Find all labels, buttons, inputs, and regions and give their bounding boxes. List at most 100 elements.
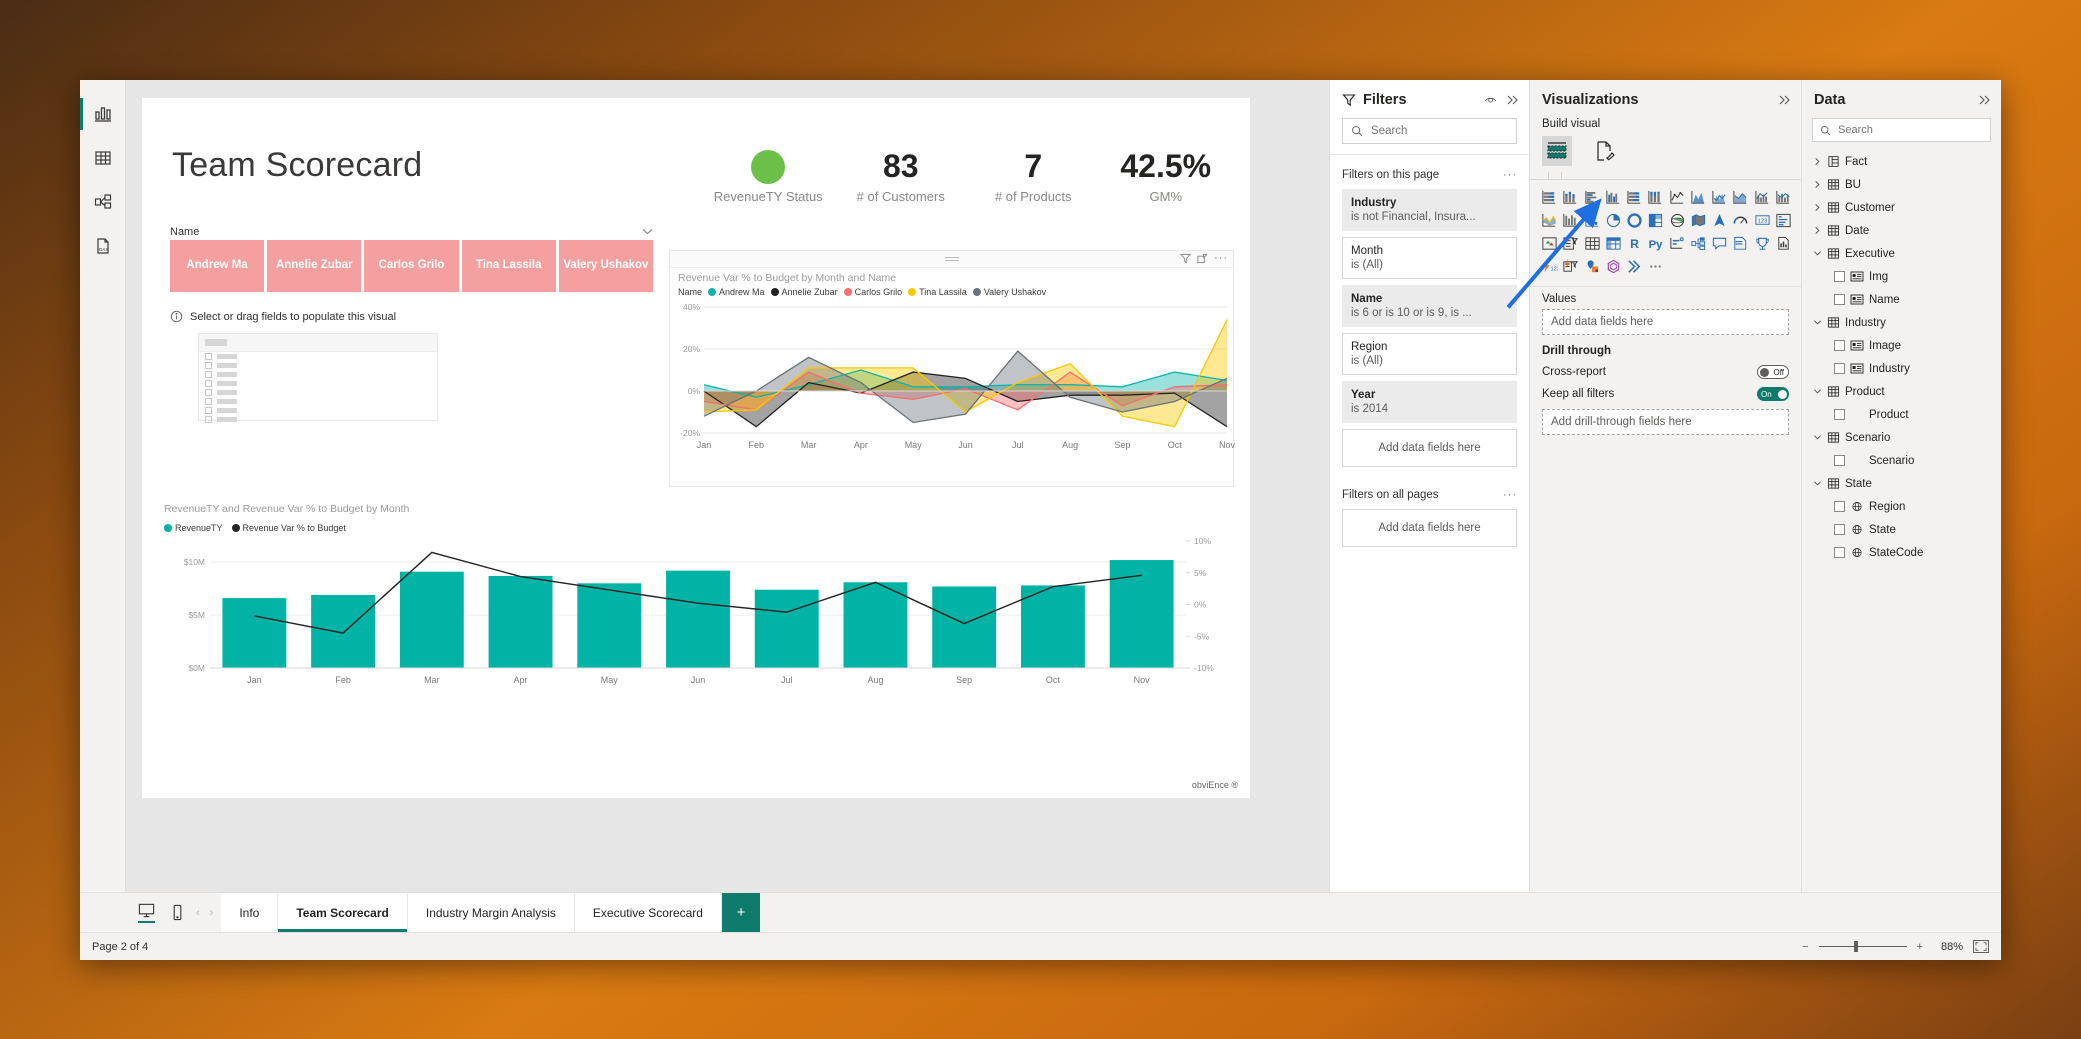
data-table-scenario[interactable]: Scenario	[1808, 426, 1995, 449]
field-checkbox[interactable]	[1834, 363, 1845, 374]
combo-chart-visual[interactable]: RevenueTY and Revenue Var % to Budget by…	[164, 503, 1234, 703]
cross-report-toggle[interactable]: Off	[1757, 365, 1789, 379]
chevron-down-icon[interactable]	[1812, 387, 1822, 396]
viz-type-paginated-report[interactable]	[1774, 234, 1793, 253]
legend-item[interactable]: Andrew Ma	[708, 287, 765, 297]
data-table-state[interactable]: State	[1808, 472, 1995, 495]
field-checkbox[interactable]	[1834, 547, 1845, 558]
field-checkbox[interactable]	[1834, 524, 1845, 535]
kpi-card-products[interactable]: 7 # of Products	[967, 150, 1100, 204]
chevron-right-icon[interactable]	[1812, 203, 1822, 212]
viz-type-hundred-stacked-column-chart[interactable]	[1646, 188, 1665, 207]
zoom-slider-thumb[interactable]	[1854, 941, 1858, 952]
slicer-tile[interactable]: Valery Ushakov	[559, 240, 653, 292]
field-checkbox[interactable]	[1834, 294, 1845, 305]
viz-type-azure-map[interactable]	[1710, 211, 1729, 230]
viz-type-power-automate[interactable]	[1561, 257, 1580, 276]
viz-type-stacked-column-chart[interactable]	[1561, 188, 1580, 207]
data-table-executive[interactable]: Executive	[1808, 242, 1995, 265]
data-field-statecode[interactable]: StateCode	[1808, 541, 1995, 564]
add-page-button[interactable]: +	[722, 893, 760, 932]
viz-type-python-visual[interactable]: Py	[1646, 234, 1665, 253]
zoom-out-button[interactable]: −	[1802, 941, 1808, 953]
data-table-industry[interactable]: Industry	[1808, 311, 1995, 334]
chevron-down-icon[interactable]	[1812, 433, 1822, 442]
viz-type-scatter-chart[interactable]	[1583, 211, 1602, 230]
fit-to-page-icon[interactable]	[1973, 940, 1989, 953]
kpi-card-customers[interactable]: 83 # of Customers	[835, 150, 968, 204]
viz-type-matrix[interactable]	[1604, 234, 1623, 253]
data-table-date[interactable]: Date	[1808, 219, 1995, 242]
field-checkbox[interactable]	[1834, 271, 1845, 282]
viz-type-area-chart[interactable]	[1689, 188, 1708, 207]
keep-all-filters-toggle[interactable]: On	[1757, 387, 1789, 401]
desktop-layout-button[interactable]	[138, 902, 155, 923]
viz-type-slicer[interactable]	[1561, 234, 1580, 253]
rail-item-dax-query-view[interactable]: DAX	[80, 224, 125, 268]
page-tab-team-scorecard[interactable]: Team Scorecard	[278, 893, 408, 932]
viz-type-stacked-area-chart[interactable]	[1710, 188, 1729, 207]
data-table-product[interactable]: Product	[1808, 380, 1995, 403]
filter-card-year[interactable]: Year is 2014	[1342, 381, 1517, 423]
filter-card-month[interactable]: Month is (All)	[1342, 237, 1517, 279]
viz-type-hundred-stacked-bar-chart[interactable]	[1625, 188, 1644, 207]
legend-item[interactable]: Carlos Grilo	[844, 287, 903, 297]
data-field-region[interactable]: Region	[1808, 495, 1995, 518]
viz-type-key-influencers[interactable]	[1668, 234, 1687, 253]
viz-type-card[interactable]: 123	[1753, 211, 1772, 230]
slicer-tile[interactable]: Annelie Zubar	[267, 240, 361, 292]
data-table-fact[interactable]: Fact	[1808, 150, 1995, 173]
chevron-right-icon[interactable]	[1812, 180, 1822, 189]
filter-card-region[interactable]: Region is (All)	[1342, 333, 1517, 375]
viz-type-pie-chart[interactable]	[1604, 211, 1623, 230]
viz-type-metrics[interactable]	[1753, 234, 1772, 253]
rail-item-model-view[interactable]	[80, 180, 125, 224]
viz-type-waterfall-chart[interactable]	[1540, 211, 1559, 230]
viz-type-treemap[interactable]	[1646, 211, 1665, 230]
build-visual-tab[interactable]	[1542, 136, 1572, 166]
more-options-icon[interactable]: ···	[1503, 169, 1517, 181]
viz-type-more-visuals[interactable]	[1646, 257, 1665, 276]
viz-type-qna-visual[interactable]	[1710, 234, 1729, 253]
legend-item[interactable]: Tina Lassila	[908, 287, 967, 297]
slicer-tile[interactable]: Andrew Ma	[170, 240, 264, 292]
page-tab-industry-margin-analysis[interactable]: Industry Margin Analysis	[408, 893, 575, 932]
viz-type-gauge-chart[interactable]	[1731, 211, 1750, 230]
name-slicer[interactable]: Name Andrew Ma Annelie Zubar Carlos Gril…	[170, 226, 653, 292]
viz-type-line-stacked-column-chart[interactable]	[1731, 188, 1750, 207]
chevrons-right-icon[interactable]	[1777, 93, 1791, 107]
viz-type-clustered-bar-chart[interactable]	[1583, 188, 1602, 207]
data-search-input[interactable]	[1838, 124, 1983, 136]
viz-type-arcgis-map[interactable]	[1583, 257, 1602, 276]
data-field-image[interactable]: Image	[1808, 334, 1995, 357]
kpi-card-gm-percent[interactable]: 42.5% GM%	[1100, 150, 1233, 204]
viz-type-ribbon-chart[interactable]	[1774, 188, 1793, 207]
filter-card-industry[interactable]: Industry is not Financial, Insura...	[1342, 189, 1517, 231]
report-page[interactable]: Team Scorecard Name Andrew Ma Annelie Zu…	[142, 98, 1250, 798]
data-field-state[interactable]: State	[1808, 518, 1995, 541]
field-checkbox[interactable]	[1834, 455, 1845, 466]
data-field-name[interactable]: Name	[1808, 288, 1995, 311]
rail-item-report-view[interactable]	[80, 92, 125, 136]
viz-type-funnel-chart[interactable]	[1561, 211, 1580, 230]
values-drop-zone[interactable]: Add data fields here	[1542, 309, 1789, 335]
filters-search-box[interactable]	[1342, 118, 1517, 144]
filter-card-name[interactable]: Name is 6 or is 10 or is 9, is ...	[1342, 285, 1517, 327]
rail-item-table-view[interactable]	[80, 136, 125, 180]
focus-mode-icon[interactable]	[1197, 253, 1208, 264]
legend-item[interactable]: Revenue Var % to Budget	[232, 523, 346, 533]
legend-item[interactable]: Annelie Zubar	[771, 287, 838, 297]
area-chart-visual[interactable]: ··· Revenue Var % to Budget by Month and…	[669, 250, 1234, 487]
viz-type-smart-narrative[interactable]	[1731, 234, 1750, 253]
viz-type-table[interactable]	[1583, 234, 1602, 253]
field-checkbox[interactable]	[1834, 501, 1845, 512]
zoom-in-button[interactable]: +	[1917, 941, 1923, 953]
data-table-bu[interactable]: BU	[1808, 173, 1995, 196]
more-options-icon[interactable]: ···	[1214, 255, 1228, 262]
data-field-img[interactable]: Img	[1808, 265, 1995, 288]
viz-type-visio-visual[interactable]	[1604, 257, 1623, 276]
chevron-right-icon[interactable]	[1812, 157, 1822, 166]
kpi-card-revenuety-status[interactable]: RevenueTY Status	[702, 150, 835, 204]
slicer-tile[interactable]: Tina Lassila	[462, 240, 556, 292]
page-filters-drop-zone[interactable]: Add data fields here	[1342, 429, 1517, 467]
